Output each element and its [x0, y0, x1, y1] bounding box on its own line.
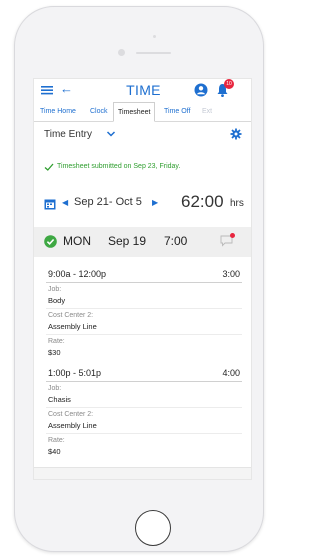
phone-speaker — [136, 52, 171, 54]
cost-center-label: Cost Center 2: — [48, 411, 94, 418]
tab-extra[interactable]: Ext — [202, 103, 212, 121]
tab-timesheet[interactable]: Timesheet — [113, 102, 156, 122]
divider — [46, 334, 242, 335]
day-date: Sep 19 — [108, 234, 147, 248]
period-hours: 62:00 — [181, 192, 224, 211]
gear-icon[interactable] — [230, 128, 242, 140]
cost-center-value: Assembly Line — [48, 322, 97, 331]
rate-label: Rate: — [48, 437, 65, 444]
cost-center-label: Cost Center 2: — [48, 312, 94, 319]
entry-times: 9:00a - 12:00p — [48, 269, 107, 279]
tab-time-off[interactable]: Time Off — [164, 103, 190, 121]
calendar-icon[interactable] — [44, 198, 56, 210]
time-entry-block[interactable]: 9:00a - 12:00p 3:00 Job: Body Cost Cente… — [46, 269, 242, 361]
user-icon[interactable] — [194, 83, 208, 97]
rate-label: Rate: — [48, 338, 65, 345]
app-bar: ← TIME 10 — [34, 79, 251, 103]
day-name: MON — [63, 234, 91, 248]
entry-duration: 3:00 — [222, 269, 240, 279]
job-value: Chasis — [48, 395, 71, 404]
divider — [46, 407, 242, 408]
comment-alert-dot — [230, 233, 235, 238]
entry-duration: 4:00 — [222, 368, 240, 378]
tab-bar: Time Home Clock Timesheet Time Off Ext — [34, 102, 251, 122]
rate-value: $40 — [48, 447, 61, 456]
notification-badge: 10 — [224, 79, 234, 89]
period-hours-unit: hrs — [230, 198, 244, 209]
notice-text: Timesheet submitted on Sep 23, Friday. — [57, 163, 181, 170]
home-button[interactable] — [135, 510, 171, 546]
day-total: 7:00 — [164, 234, 188, 248]
check-icon — [44, 163, 54, 171]
phone-camera — [118, 49, 125, 56]
day-header[interactable]: MON Sep 19 7:00 — [34, 227, 251, 257]
time-entry-block[interactable]: 1:00p - 5:01p 4:00 Job: Chasis Cost Cent… — [46, 368, 242, 460]
divider — [46, 308, 242, 309]
bottom-bar — [34, 467, 251, 479]
job-label: Job: — [48, 385, 62, 392]
divider — [46, 282, 242, 283]
phone-sensor — [153, 35, 156, 38]
divider — [46, 381, 242, 382]
time-entry-dropdown[interactable]: Time Entry — [44, 129, 92, 140]
period-selector: ◀ Sep 21- Oct 5 ▶ 62:00 hrs — [34, 191, 251, 221]
prev-arrow-icon[interactable]: ◀ — [62, 198, 68, 207]
job-label: Job: — [48, 286, 62, 293]
divider — [46, 433, 242, 434]
check-circle-icon — [44, 235, 57, 248]
entry-times: 1:00p - 5:01p — [48, 368, 102, 378]
submitted-notice: Timesheet submitted on Sep 23, Friday. — [34, 149, 251, 185]
next-arrow-icon[interactable]: ▶ — [152, 198, 158, 207]
period-range: Sep 21- Oct 5 — [74, 196, 142, 208]
time-entry-row: Time Entry — [34, 125, 251, 145]
chevron-down-icon[interactable] — [106, 129, 116, 139]
rate-value: $30 — [48, 348, 61, 357]
tab-time-home[interactable]: Time Home — [40, 103, 76, 121]
tab-clock[interactable]: Clock — [90, 103, 108, 121]
cost-center-value: Assembly Line — [48, 421, 97, 430]
app-screen: ← TIME 10 Time Home Clock Timesheet Time… — [33, 78, 252, 480]
job-value: Body — [48, 296, 66, 305]
